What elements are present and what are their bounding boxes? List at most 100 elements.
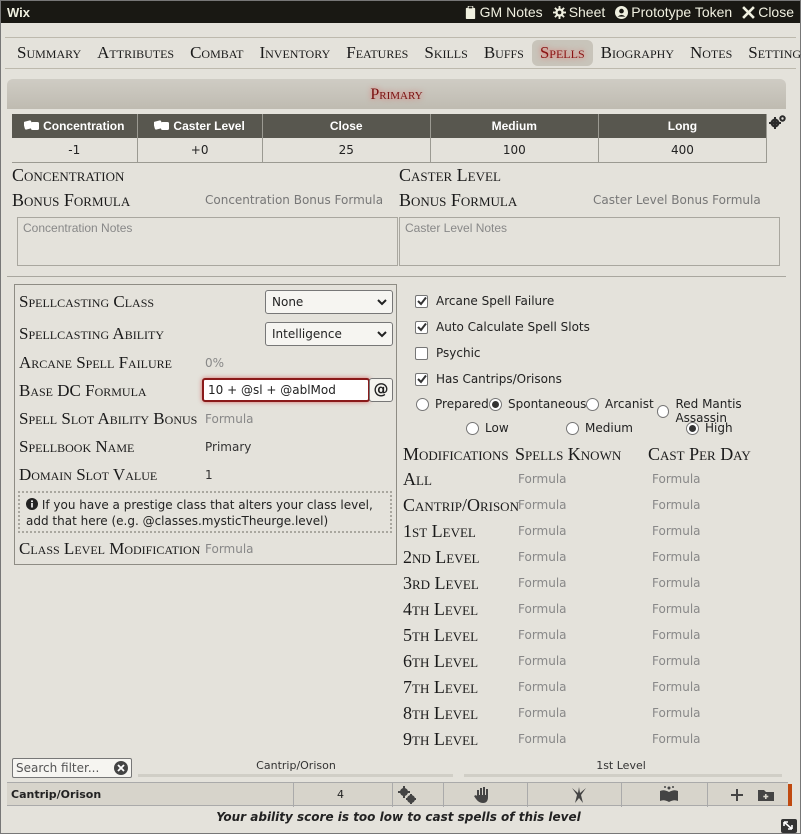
progression-medium-radio[interactable] [566,421,579,435]
cast-per-day-input[interactable]: Formula [652,498,701,512]
spells-known-input[interactable]: Formula [518,680,567,694]
prep-spontaneous-option[interactable]: Spontaneous [489,397,586,411]
domain-slot-input[interactable]: 1 [205,468,213,482]
tab-notes[interactable]: Notes [682,40,740,66]
folder-icon[interactable] [756,785,776,805]
cast-per-day-input[interactable]: Formula [652,654,701,668]
progression-high-radio[interactable] [686,421,699,435]
plus-icon[interactable] [727,785,747,805]
spells-known-input[interactable]: Formula [518,550,567,564]
arcane-failure-checkbox[interactable] [415,294,428,308]
spellcasting-ability-select[interactable]: Intelligence [265,322,393,346]
spells-known-input[interactable]: Formula [518,628,567,642]
mod-row-all: All Formula Formula [403,469,701,489]
progression-low-radio[interactable] [466,421,479,435]
level-tab-cantrip[interactable]: Cantrip/Orison [181,759,411,772]
spellbook-name-input[interactable]: Primary [205,440,251,454]
prestige-class-hint: If you have a prestige class that alters… [18,491,392,533]
concentration-notes-field[interactable]: Concentration Notes [17,217,398,266]
sheet-button[interactable]: Sheet [552,4,605,20]
prep-prepared-option[interactable]: Prepared [416,397,489,411]
concentration-header[interactable]: Concentration [12,114,138,138]
spell-range-table: Concentration Caster Level Close Medium … [12,114,768,163]
spells-known-input[interactable]: Formula [518,654,567,668]
psychic-checkbox[interactable] [415,346,428,360]
close-button[interactable]: Close [742,4,794,20]
progression-high-option[interactable]: High [686,421,733,435]
info-icon [26,498,38,510]
concentration-bonus-label-1: Concentration [12,165,125,185]
auto-slots-toggle[interactable]: Auto Calculate Spell Slots [415,320,590,334]
spells-count: 4 [337,788,344,801]
hand-icon [473,785,493,805]
prototype-token-label: Prototype Token [631,4,733,20]
cast-per-day-input[interactable]: Formula [652,680,701,694]
spells-known-input[interactable]: Formula [518,706,567,720]
prep-red-mantis-radio[interactable] [657,404,670,418]
spells-known-input[interactable]: Formula [518,732,567,746]
cast-per-day-input[interactable]: Formula [652,628,701,642]
cast-per-day-input[interactable]: Formula [652,732,701,746]
class-level-mod-input[interactable]: Formula [205,542,254,556]
gm-notes-button[interactable]: GM Notes [464,4,543,20]
cast-per-day-input[interactable]: Formula [652,602,701,616]
resize-icon [783,821,793,830]
spellbook-section-title[interactable]: Primary [7,79,786,109]
base-dc-input[interactable]: 10 + @sl + @ablMod [202,378,370,402]
cantrips-toggle[interactable]: Has Cantrips/Orisons [415,372,562,386]
dice-icon [153,120,170,130]
progression-low-option[interactable]: Low [466,421,509,435]
prototype-token-button[interactable]: Prototype Token [615,4,732,20]
medium-range-value: 100 [430,138,599,163]
cell-divider [293,783,294,807]
spells-known-input[interactable]: Formula [518,524,567,538]
roll-data-button[interactable]: @ [369,378,393,402]
progression-medium-option[interactable]: Medium [566,421,633,435]
tab-settings[interactable]: Settings [740,40,801,66]
tab-skills[interactable]: Skills [416,40,475,66]
search-filter-input[interactable]: Search filter... [12,758,132,778]
spells-known-input[interactable]: Formula [518,576,567,590]
spells-known-input[interactable]: Formula [518,498,567,512]
components-icon [397,785,417,805]
spells-known-input[interactable]: Formula [518,472,567,486]
prep-spontaneous-radio[interactable] [489,397,502,411]
tab-features[interactable]: Features [338,40,416,66]
prep-arcanist-radio[interactable] [586,397,599,411]
cast-per-day-input[interactable]: Formula [652,706,701,720]
auto-slots-checkbox[interactable] [415,320,428,334]
clear-icon[interactable] [114,761,128,775]
tab-spells[interactable]: Spells [531,40,593,66]
spellbook-settings-button[interactable] [769,114,787,130]
cast-per-day-input[interactable]: Formula [652,472,701,486]
cell-divider [392,783,393,807]
tab-biography[interactable]: Biography [593,40,682,66]
tab-inventory[interactable]: Inventory [251,40,338,66]
cantrips-checkbox[interactable] [415,372,428,386]
cast-per-day-header: Cast Per Day [648,444,751,464]
tab-buffs[interactable]: Buffs [476,40,532,66]
slot-bonus-input[interactable]: Formula [205,412,254,426]
concentration-bonus-input[interactable]: Concentration Bonus Formula [205,193,383,207]
tab-combat[interactable]: Combat [182,40,251,66]
spells-known-input[interactable]: Formula [518,602,567,616]
prep-prepared-radio[interactable] [416,397,429,411]
cast-per-day-input[interactable]: Formula [652,576,701,590]
divider [7,276,786,277]
window-titlebar[interactable]: Wix GM Notes Sheet Prototype Token Close [1,1,800,23]
caster-level-bonus-input[interactable]: Caster Level Bonus Formula [593,193,761,207]
level-tab-level-1[interactable]: 1st Level [511,759,731,772]
prep-arcanist-option[interactable]: Arcanist [586,397,654,411]
tab-attributes[interactable]: Attributes [89,40,182,66]
tab-summary[interactable]: Summary [9,40,89,66]
psychic-toggle[interactable]: Psychic [415,346,481,360]
caster-level-header[interactable]: Caster Level [137,114,263,138]
resize-handle[interactable] [781,819,797,833]
arcane-failure-toggle[interactable]: Arcane Spell Failure [415,294,554,308]
cast-per-day-input[interactable]: Formula [652,524,701,538]
concentration-bonus-label-2: Bonus Formula [12,190,131,210]
cast-per-day-input[interactable]: Formula [652,550,701,564]
mod-row-level-7: 7th Level Formula Formula [403,677,701,697]
caster-level-notes-field[interactable]: Caster Level Notes [399,217,780,266]
spellcasting-class-select[interactable]: None [265,290,393,314]
